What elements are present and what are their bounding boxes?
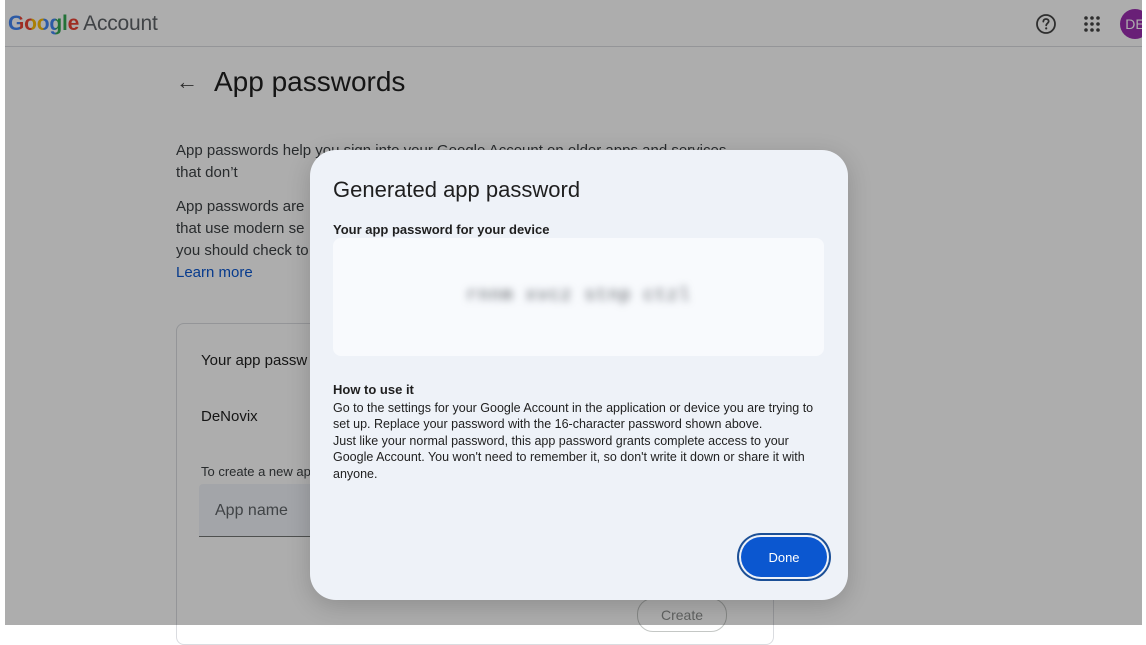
done-button[interactable]: Done (741, 537, 827, 577)
how-to-paragraph-2: Just like your normal password, this app… (333, 433, 805, 481)
password-box: rnnm xvcz stnp ctzl (333, 238, 824, 356)
dialog-title: Generated app password (333, 177, 581, 202)
right-edge (1142, 0, 1146, 625)
generated-password[interactable]: rnnm xvcz stnp ctzl (333, 286, 824, 306)
how-to-title: How to use it (333, 382, 414, 397)
generated-password-dialog: Generated app password Your app password… (310, 150, 848, 600)
how-to-use-section: How to use it Go to the settings for you… (333, 382, 823, 483)
how-to-paragraph-1: Go to the settings for your Google Accou… (333, 400, 814, 432)
left-edge (0, 0, 5, 625)
dialog-subtitle: Your app password for your device (333, 222, 550, 237)
